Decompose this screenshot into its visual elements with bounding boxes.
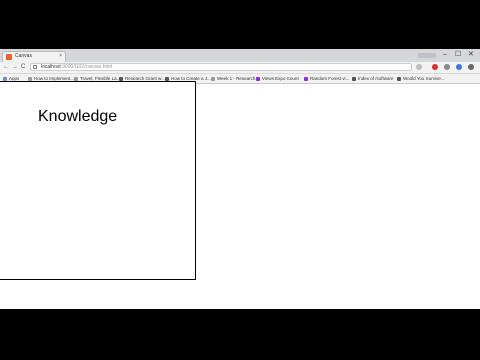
bookmark-favicon-icon <box>119 76 123 81</box>
bookmark-item[interactable]: Random Forest vi... <box>304 75 349 82</box>
bookmark-favicon-icon <box>397 76 401 81</box>
canvas-element[interactable]: Knowledge <box>0 81 196 280</box>
extension-blue-icon[interactable] <box>456 64 462 70</box>
back-arrow-icon[interactable]: ← <box>3 63 9 72</box>
bookmark-favicon-icon <box>74 76 78 81</box>
canvas-heading: Knowledge <box>38 108 118 125</box>
address-toolbar: ← → C localhost:9000/G02/canvas.html <box>0 62 480 74</box>
extension-gray-icon[interactable] <box>444 64 450 70</box>
page-info-icon[interactable] <box>33 65 37 69</box>
minimize-icon[interactable]: – <box>443 50 447 59</box>
bookmark-favicon-icon <box>352 76 356 81</box>
extension-red-icon[interactable] <box>432 64 438 70</box>
reload-icon[interactable]: C <box>21 63 25 72</box>
bookmark-favicon-icon <box>3 76 7 81</box>
url-host: localhost <box>41 64 61 70</box>
bookmark-item[interactable]: Index of /software <box>352 75 394 82</box>
bookmark-item[interactable]: Week 1 - Research... <box>211 75 259 82</box>
bookmark-label: Random Forest vi... <box>310 76 350 81</box>
url-path: :9000/G02/canvas.html <box>60 64 113 70</box>
bookmark-label: Week 1 - Research... <box>217 76 260 81</box>
bookmark-favicon-icon <box>304 76 308 81</box>
title-bar: Canvas × – ☐ ✕ <box>0 49 480 62</box>
bookmark-label: Index of /software <box>358 76 394 81</box>
menu-icon[interactable] <box>468 64 474 70</box>
bookmark-label: Views Expo Count <box>262 76 299 81</box>
url-text: localhost:9000/G02/canvas.html <box>41 64 112 71</box>
bookmark-item[interactable]: Would You Survive... <box>397 75 444 82</box>
forward-arrow-icon[interactable]: → <box>12 63 18 72</box>
browser-window: Canvas × – ☐ ✕ ← → C localhost:9000/G02/… <box>0 49 480 309</box>
bookmark-favicon-icon <box>256 76 260 81</box>
profile-chip[interactable] <box>418 53 436 58</box>
bookmark-label: Would You Survive... <box>403 76 445 81</box>
bookmark-favicon-icon <box>28 76 32 81</box>
star-icon[interactable] <box>416 64 422 70</box>
canvas-favicon-icon <box>6 54 12 60</box>
address-bar[interactable]: localhost:9000/G02/canvas.html <box>30 63 412 71</box>
tab-title: Canvas <box>15 53 32 59</box>
bookmark-favicon-icon <box>211 76 215 81</box>
browser-tab[interactable]: Canvas × <box>2 51 66 62</box>
bookmark-favicon-icon <box>165 76 169 81</box>
bookmark-item[interactable]: Views Expo Count <box>256 75 299 82</box>
page-content: Knowledge ↖ <box>0 81 480 309</box>
tab-close-icon[interactable]: × <box>59 53 62 59</box>
maximize-icon[interactable]: ☐ <box>455 50 461 59</box>
close-window-icon[interactable]: ✕ <box>468 50 474 59</box>
